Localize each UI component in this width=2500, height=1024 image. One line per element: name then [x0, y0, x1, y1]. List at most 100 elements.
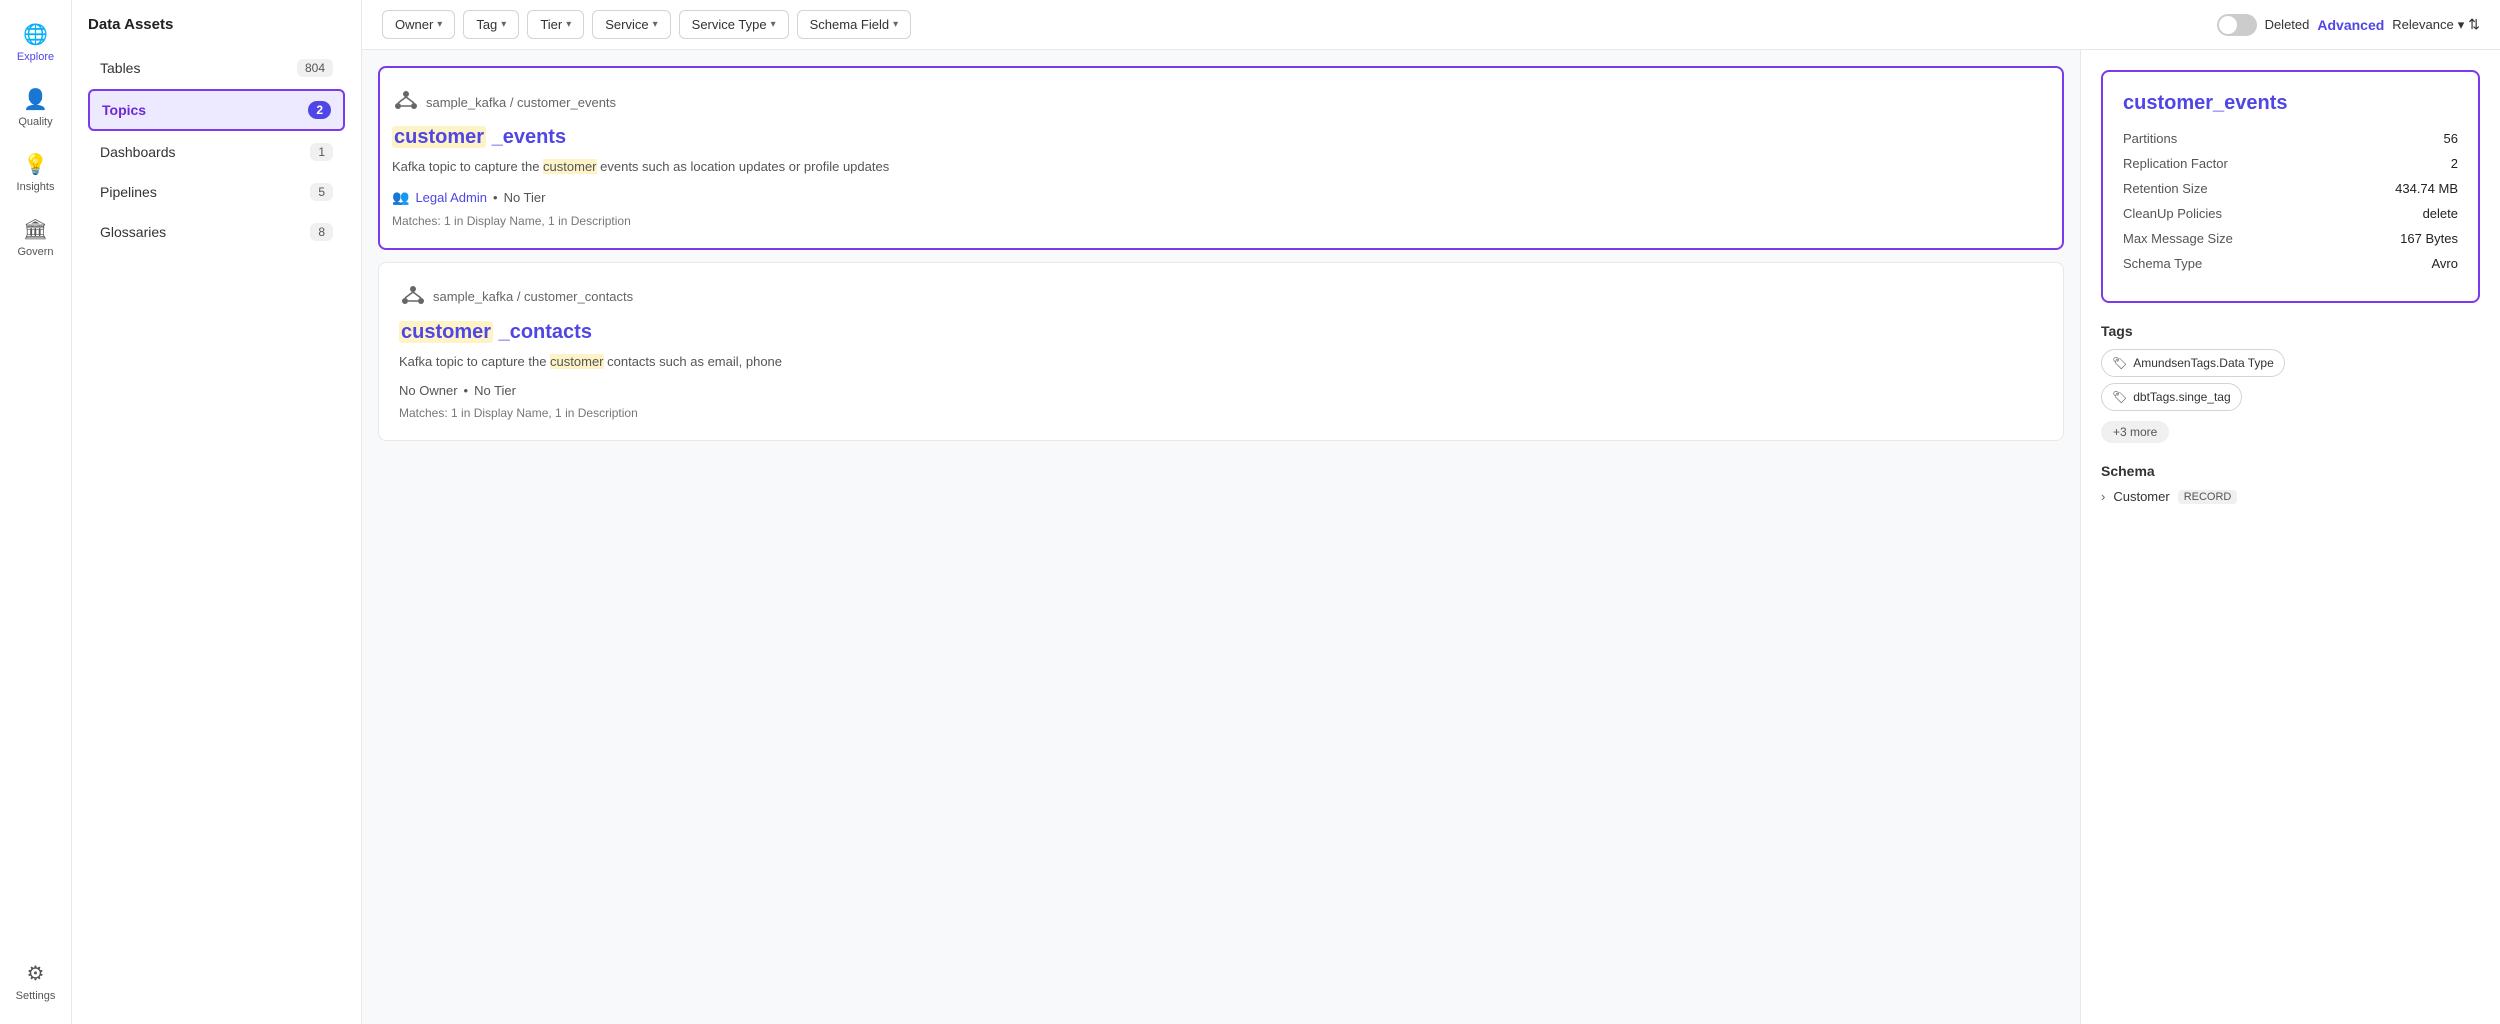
schema-type-badge: RECORD — [2178, 490, 2238, 504]
nav-item-glossaries[interactable]: Glossaries 8 — [88, 213, 345, 251]
result-matches-customer-contacts: Matches: 1 in Display Name, 1 in Descrip… — [399, 406, 2043, 420]
nav-label-topics: Topics — [102, 102, 146, 118]
cleanup-value: delete — [2423, 206, 2458, 221]
data-assets-title: Data Assets — [88, 16, 345, 33]
detail-card: customer_events Partitions 56 Replicatio… — [2101, 70, 2480, 303]
kafka-icon — [392, 88, 420, 116]
govern-icon: 🏛 — [23, 217, 48, 242]
result-matches-customer-events: Matches: 1 in Display Name, 1 in Descrip… — [392, 214, 2042, 228]
detail-row-schema-type: Schema Type Avro — [2123, 256, 2458, 271]
tag-item-amundsen[interactable]: 🏷 AmundsenTags.Data Type — [2101, 349, 2285, 377]
result-meta-customer-events: 👥 Legal Admin • No Tier — [392, 189, 2042, 206]
retention-key: Retention Size — [2123, 181, 2208, 196]
result-meta-customer-contacts: No Owner • No Tier — [399, 383, 2043, 398]
tag-icon: 🏷 — [2112, 356, 2127, 370]
nav-item-pipelines[interactable]: Pipelines 5 — [88, 173, 345, 211]
filter-service-type-label: Service Type — [692, 17, 767, 32]
result-card-customer-events[interactable]: sample_kafka / customer_events customer … — [378, 66, 2064, 250]
insights-icon: 💡 — [23, 152, 48, 177]
result-card-customer-contacts[interactable]: sample_kafka / customer_contacts custome… — [378, 262, 2064, 442]
breadcrumb-text-2: sample_kafka / customer_contacts — [433, 289, 633, 304]
replication-key: Replication Factor — [2123, 156, 2228, 171]
title-rest: _events — [486, 126, 566, 148]
owner-name: Legal Admin — [415, 190, 487, 205]
separator-2: • — [464, 383, 469, 398]
detail-row-retention: Retention Size 434.74 MB — [2123, 181, 2458, 196]
tag-label-amundsen: AmundsenTags.Data Type — [2133, 356, 2274, 370]
breadcrumb-customer-events: sample_kafka / customer_events — [392, 88, 2042, 116]
filter-service-label: Service — [605, 17, 648, 32]
desc-highlight-2: customer — [550, 354, 603, 369]
result-title-customer-contacts: customer _contacts — [399, 321, 2043, 344]
tag-label-dbt: dbtTags.singe_tag — [2133, 390, 2230, 404]
schema-row-customer[interactable]: › Customer RECORD — [2101, 489, 2480, 504]
maxmsg-key: Max Message Size — [2123, 231, 2233, 246]
nav-badge-topics: 2 — [308, 101, 331, 119]
more-tags-button[interactable]: +3 more — [2101, 421, 2169, 443]
results-area: sample_kafka / customer_events customer … — [362, 50, 2500, 1024]
left-panel: Data Assets Tables 804 Topics 2 Dashboar… — [72, 0, 362, 1024]
detail-row-partitions: Partitions 56 — [2123, 131, 2458, 146]
sidebar-item-label-insights: Insights — [17, 181, 55, 193]
sidebar-item-govern[interactable]: 🏛 Govern — [0, 207, 71, 268]
nav-item-tables[interactable]: Tables 804 — [88, 49, 345, 87]
sidebar-item-label-govern: Govern — [17, 246, 53, 258]
filter-owner[interactable]: Owner ▾ — [382, 10, 455, 39]
nav-item-topics[interactable]: Topics 2 — [88, 89, 345, 131]
chevron-right-icon: › — [2101, 489, 2105, 504]
nav-item-dashboards[interactable]: Dashboards 1 — [88, 133, 345, 171]
deleted-toggle-switch[interactable] — [2217, 14, 2257, 36]
sidebar-item-insights[interactable]: 💡 Insights — [0, 142, 71, 203]
detail-row-maxmsg: Max Message Size 167 Bytes — [2123, 231, 2458, 246]
sidebar-item-label-settings: Settings — [16, 990, 56, 1002]
partitions-value: 56 — [2444, 131, 2458, 146]
chevron-down-icon: ▾ — [771, 19, 776, 30]
desc-highlight: customer — [543, 159, 596, 174]
filter-owner-label: Owner — [395, 17, 433, 32]
kafka-icon-2 — [399, 283, 427, 311]
partitions-key: Partitions — [2123, 131, 2177, 146]
explore-icon: 🌐 — [23, 22, 48, 47]
schema-title: Schema — [2101, 463, 2480, 479]
detail-row-replication: Replication Factor 2 — [2123, 156, 2458, 171]
filter-tier[interactable]: Tier ▾ — [527, 10, 584, 39]
nav-label-glossaries: Glossaries — [100, 224, 166, 240]
sidebar-item-settings[interactable]: ⚙ Settings — [0, 951, 71, 1012]
title-rest-2: _contacts — [493, 321, 592, 343]
sidebar-item-explore[interactable]: 🌐 Explore — [0, 12, 71, 73]
filter-service-type[interactable]: Service Type ▾ — [679, 10, 789, 39]
advanced-button[interactable]: Advanced — [2317, 17, 2384, 33]
detail-panel: customer_events Partitions 56 Replicatio… — [2080, 50, 2500, 1024]
filter-tier-label: Tier — [540, 17, 562, 32]
quality-icon: 👤 — [23, 87, 48, 112]
sort-icon: ⇅ — [2468, 16, 2480, 33]
main-content: Owner ▾ Tag ▾ Tier ▾ Service ▾ Service T… — [362, 0, 2500, 1024]
nav-badge-tables: 804 — [297, 59, 333, 77]
chevron-down-icon: ▾ — [893, 19, 898, 30]
schema-section: Schema › Customer RECORD — [2101, 463, 2480, 504]
sidebar-item-label-quality: Quality — [18, 116, 52, 128]
deleted-label: Deleted — [2265, 17, 2310, 32]
breadcrumb-customer-contacts: sample_kafka / customer_contacts — [399, 283, 2043, 311]
filter-tag[interactable]: Tag ▾ — [463, 10, 519, 39]
tier-label-2: No Tier — [474, 383, 516, 398]
nav-badge-pipelines: 5 — [310, 183, 333, 201]
filter-service[interactable]: Service ▾ — [592, 10, 670, 39]
detail-title[interactable]: customer_events — [2123, 92, 2458, 115]
filter-bar: Owner ▾ Tag ▾ Tier ▾ Service ▾ Service T… — [362, 0, 2500, 50]
results-list: sample_kafka / customer_events customer … — [362, 50, 2080, 1024]
nav-label-dashboards: Dashboards — [100, 144, 176, 160]
chevron-down-icon: ▾ — [566, 19, 571, 30]
sidebar: 🌐 Explore 👤 Quality 💡 Insights 🏛 Govern … — [0, 0, 72, 1024]
sidebar-item-quality[interactable]: 👤 Quality — [0, 77, 71, 138]
filter-tag-label: Tag — [476, 17, 497, 32]
chevron-down-icon: ▾ — [437, 19, 442, 30]
tag-item-dbt[interactable]: 🏷 dbtTags.singe_tag — [2101, 383, 2242, 411]
filter-schema-field-label: Schema Field — [810, 17, 889, 32]
result-desc-customer-events: Kafka topic to capture the customer even… — [392, 157, 2042, 177]
breadcrumb-text: sample_kafka / customer_events — [426, 95, 616, 110]
filter-schema-field[interactable]: Schema Field ▾ — [797, 10, 912, 39]
detail-inner: customer_events Partitions 56 Replicatio… — [2081, 50, 2500, 524]
relevance-button[interactable]: Relevance ▾ ⇅ — [2392, 16, 2480, 33]
settings-icon: ⚙ — [27, 961, 45, 986]
